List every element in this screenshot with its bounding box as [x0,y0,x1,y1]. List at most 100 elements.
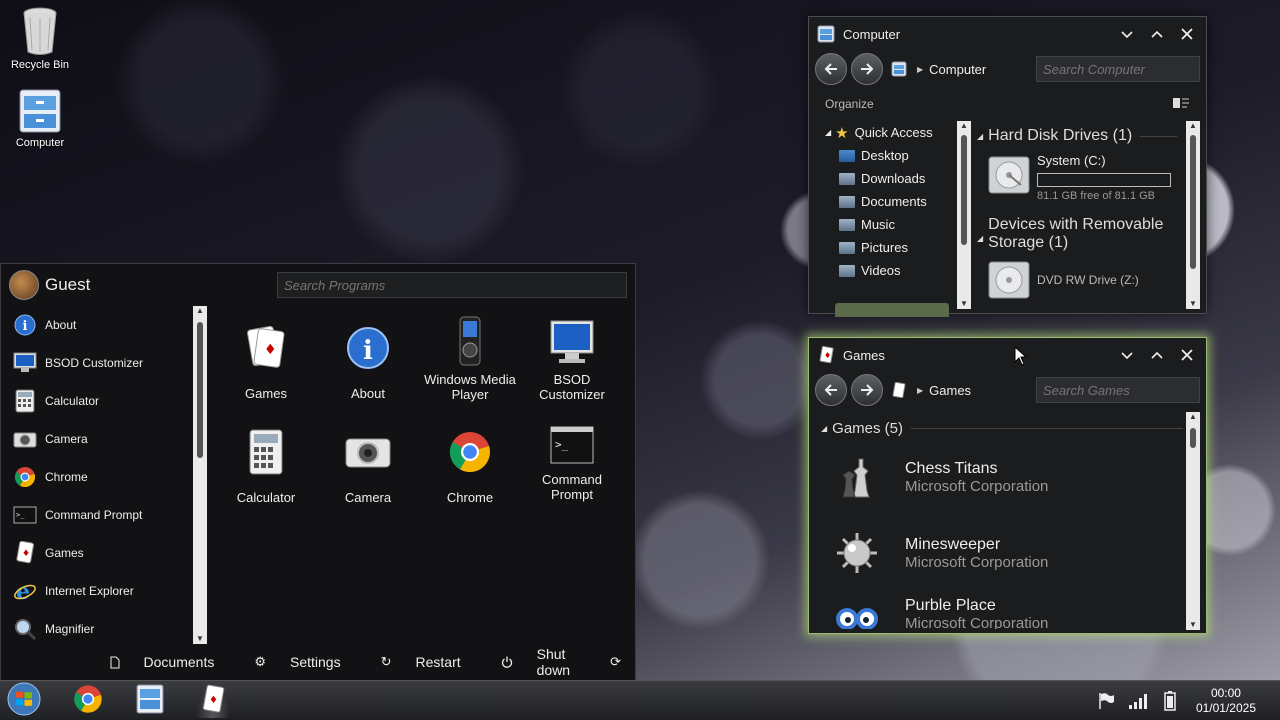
folder-icon [839,195,855,208]
game-item-purble-place[interactable]: Purble Place Microsoft Corporation [821,591,1183,629]
program-item-about[interactable]: i About [1,306,193,344]
clock[interactable]: 00:00 01/01/2025 [1196,686,1256,716]
content-scrollbar[interactable]: ▲ ▼ [1186,412,1200,630]
program-item-games[interactable]: ♦ Games [1,534,193,572]
drive-dvd[interactable]: DVD RW Drive (Z:) [987,258,1177,302]
section-header-hdd[interactable]: ◢ Hard Disk Drives (1) [977,127,1177,145]
game-item-minesweeper[interactable]: Minesweeper Microsoft Corporation [821,515,1183,591]
maximize-button[interactable] [1146,344,1168,366]
tile-games[interactable]: ♦ Games [215,324,317,401]
program-item-magnifier[interactable]: Magnifier [1,610,193,648]
section-header-removable[interactable]: ◢ Devices with Removable Storage (1) [977,216,1177,252]
taskbar-computer[interactable] [133,684,167,718]
scroll-up-arrow[interactable]: ▲ [957,121,971,131]
program-item-calculator[interactable]: Calculator [1,382,193,420]
settings-button[interactable]: ⚙ Settings [234,654,340,670]
program-search-input[interactable] [277,272,627,298]
nav-item-music[interactable]: Music [809,213,959,236]
network-signal-icon[interactable] [1124,684,1152,718]
command-bar: Organize [809,87,1206,121]
breadcrumb-item[interactable]: Computer [929,62,986,77]
close-button[interactable] [1176,23,1198,45]
breadcrumb-item[interactable]: Games [929,383,971,398]
back-button[interactable] [815,53,847,85]
program-list-scrollbar[interactable]: ▲ ▼ [193,306,207,644]
desktop-icon-computer[interactable]: Computer [0,88,80,149]
scroll-thumb[interactable] [961,135,967,245]
tile-bsod-customizer[interactable]: BSOD Customizer [521,316,623,402]
scroll-thumb[interactable] [1190,135,1196,269]
nav-item-videos[interactable]: Videos [809,259,959,282]
documents-button[interactable]: Documents [90,654,214,670]
content-scrollbar[interactable]: ▲ ▼ [1186,121,1200,309]
scroll-down-arrow[interactable]: ▼ [957,299,971,309]
folder-icon [839,218,855,231]
tile-chrome[interactable]: Chrome [419,428,521,505]
nav-item-desktop[interactable]: Desktop [809,144,959,167]
forward-button[interactable] [851,53,883,85]
info-icon: i [13,313,37,337]
organize-button[interactable]: Organize [825,97,874,111]
program-item-command-prompt[interactable]: >_ Command Prompt [1,496,193,534]
program-item-internet-explorer[interactable]: e Internet Explorer [1,572,193,610]
desktop-icon-recycle-bin[interactable]: Recycle Bin [0,6,80,71]
scroll-thumb[interactable] [1190,428,1196,448]
nav-item-documents[interactable]: Documents [809,190,959,213]
user-name[interactable]: Guest [45,275,277,295]
maximize-button[interactable] [1146,23,1168,45]
clock-time: 00:00 [1210,686,1241,700]
action-center-flag-icon[interactable] [1092,684,1120,718]
view-options-icon[interactable] [1172,96,1190,113]
scroll-up-arrow[interactable]: ▲ [1186,121,1200,131]
nav-item-quick-access[interactable]: ◢ ★ Quick Access [809,121,959,144]
computer-window[interactable]: Computer ▶ Computer Organize ◢ ★ Quick A… [808,16,1207,317]
gear-icon: ⚙ [254,654,266,669]
title-bar[interactable]: ♦ Games [809,338,1206,372]
program-item-camera[interactable]: Camera [1,420,193,458]
tile-command-prompt[interactable]: >_ Command Prompt [521,424,623,502]
avatar[interactable] [9,270,39,300]
drive-system[interactable]: System (C:) 81.1 GB free of 81.1 GB [987,153,1177,202]
minimize-button[interactable] [1116,344,1138,366]
nav-item-downloads[interactable]: Downloads [809,167,959,190]
chrome-icon [73,684,103,719]
battery-icon[interactable] [1156,684,1184,718]
nav-item-pictures[interactable]: Pictures [809,236,959,259]
minimize-button[interactable] [1116,23,1138,45]
scroll-down-arrow[interactable]: ▼ [193,634,207,644]
start-button[interactable] [4,682,44,718]
shutdown-button[interactable]: Shut down [481,646,570,678]
games-window[interactable]: ♦ Games ▶ Games ◢ Games (5) Chess Titans… [808,337,1207,634]
title-bar[interactable]: Computer [809,17,1206,51]
program-label: BSOD Customizer [45,356,144,370]
taskbar-games[interactable]: ♦ [196,684,230,718]
nav-pane-scrollbar[interactable]: ▲ ▼ [957,121,971,309]
nav-item-computer-selected[interactable] [835,303,949,317]
forward-button[interactable] [851,374,883,406]
scroll-down-arrow[interactable]: ▼ [1186,620,1200,630]
back-button[interactable] [815,374,847,406]
tile-about[interactable]: i About [317,324,419,401]
tile-camera[interactable]: Camera [317,428,419,505]
svg-text:♦: ♦ [824,351,831,360]
game-item-chess-titans[interactable]: Chess Titans Microsoft Corporation [821,439,1183,515]
scroll-up-arrow[interactable]: ▲ [193,306,207,316]
scroll-down-arrow[interactable]: ▼ [1186,299,1200,309]
section-header-games[interactable]: ◢ Games (5) [821,420,1183,437]
restart-button[interactable]: ↻ Restart [361,654,461,670]
scroll-up-arrow[interactable]: ▲ [1186,412,1200,422]
program-item-chrome[interactable]: Chrome [1,458,193,496]
power-options-button[interactable]: ⟳ [590,654,621,670]
scroll-thumb[interactable] [197,322,203,458]
tile-calculator[interactable]: Calculator [215,428,317,505]
navigation-bar: ▶ Computer [809,51,1206,87]
close-button[interactable] [1176,344,1198,366]
search-input[interactable] [1036,56,1200,82]
program-label: About [45,318,77,332]
breadcrumb[interactable]: ▶ Games [891,381,1036,399]
tile-windows-media-player[interactable]: Windows Media Player [419,316,521,402]
program-item-bsod-customizer[interactable]: BSOD Customizer [1,344,193,382]
search-input[interactable] [1036,377,1200,403]
breadcrumb[interactable]: ▶ Computer [891,61,1036,77]
taskbar-chrome[interactable] [71,684,105,718]
